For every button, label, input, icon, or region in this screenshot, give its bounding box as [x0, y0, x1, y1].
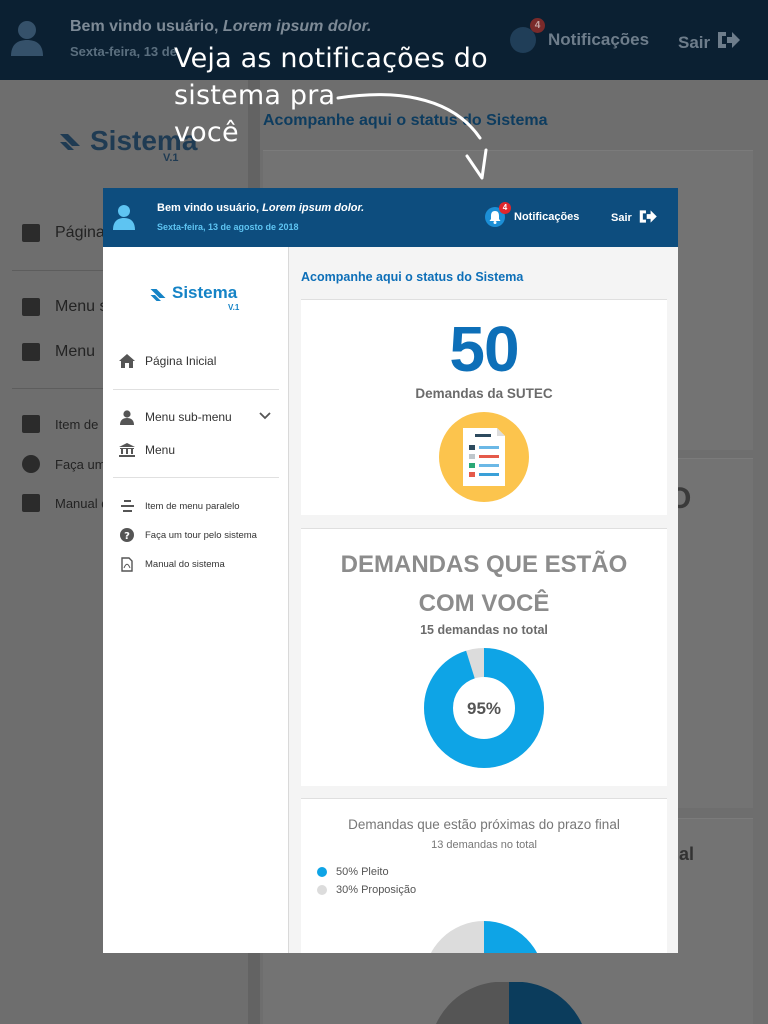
logo-text[interactable]: Sistema [172, 283, 237, 303]
my-demands-title-line: COM VOCÊ [418, 590, 550, 617]
background-sidebar-menu: Menu [55, 343, 96, 360]
sidebar-item-tour[interactable]: ? Faça um tour pelo sistema [119, 527, 257, 543]
background-user-icon [11, 21, 43, 56]
welcome-prefix: Bem vindo usuário, [157, 202, 260, 214]
pdf-file-icon [119, 556, 135, 572]
chevron-down-icon[interactable] [259, 412, 271, 420]
sidebar-item-manual[interactable]: Manual do sistema [119, 556, 225, 572]
sidebar-item-home[interactable]: Página Inicial [119, 353, 216, 369]
deadline-demands-card[interactable]: Demandas que estão próximas do prazo fin… [301, 798, 667, 953]
background-welcome: Bem vindo usuário, Lorem ipsum dolor. [70, 18, 372, 35]
sutec-demands-card[interactable]: 50 Demandas da SUTEC [301, 299, 667, 515]
user-menu-icon [119, 409, 135, 425]
notification-badge: 4 [499, 202, 511, 214]
sidebar-item-submenu[interactable]: Menu sub-menu [119, 409, 232, 425]
legend-item-proposicao: 30% Proposição [317, 884, 416, 896]
pie-slice-pleito [484, 921, 537, 953]
bank-icon [119, 442, 135, 458]
background-notifications-label: Notificações [548, 30, 650, 49]
background-logo-icon [60, 134, 80, 150]
sidebar-item-label: Faça um tour pelo sistema [145, 529, 257, 541]
background-sidebar-parallel: Item de [55, 417, 99, 432]
donut-percent-label: 95% [466, 699, 502, 718]
background-home-icon [22, 224, 40, 242]
logo-version: V.1 [228, 303, 240, 312]
my-demands-title: DEMANDAS QUE ESTÃO COM VOCÊ [301, 545, 667, 623]
sidebar-item-label: Manual do sistema [145, 558, 225, 570]
background-help-icon [22, 455, 40, 473]
background-sidebar-manual: Manual d [55, 496, 109, 511]
background-logo-version: V.1 [163, 152, 179, 164]
sidebar-divider [113, 389, 279, 390]
logo-icon [150, 289, 166, 301]
sidebar-item-label: Página Inicial [145, 354, 217, 368]
my-demands-card[interactable]: DEMANDAS QUE ESTÃO COM VOCÊ 15 demandas … [301, 528, 667, 786]
legend-dot-icon [317, 867, 327, 877]
demands-label: Demandas da SUTEC [415, 386, 553, 401]
bell-glyph-icon [489, 211, 501, 224]
welcome-name: Lorem ipsum dolor. [262, 202, 365, 214]
list-icon [119, 498, 135, 514]
tooltip-line: Veja as notificações do [174, 43, 488, 74]
sidebar-divider [113, 477, 279, 478]
background-logout-label: Sair [678, 33, 711, 52]
exit-icon[interactable] [638, 208, 657, 225]
welcome-message: Bem vindo usuário, Lorem ipsum dolor. [157, 202, 364, 214]
user-avatar-icon[interactable] [113, 204, 135, 230]
background-pie [436, 982, 582, 1024]
notifications-button[interactable]: Notificações [514, 211, 579, 223]
background-exit-icon [718, 32, 740, 48]
background-list-icon [22, 415, 40, 433]
deadline-title: Demandas que estão próximas do prazo fin… [348, 817, 620, 832]
current-date: Sexta-feira, 13 de agosto de 2018 [157, 222, 299, 232]
my-demands-title-line: DEMANDAS QUE ESTÃO [340, 551, 628, 578]
background-sidebar-tour: Faça um [55, 457, 106, 472]
my-demands-subtitle: 15 demandas no total [420, 623, 548, 637]
app-header: Bem vindo usuário, Lorem ipsum dolor. Se… [103, 188, 678, 247]
svg-text:?: ? [124, 531, 130, 542]
background-badge: 4 [530, 18, 545, 33]
background-pdf-icon [22, 494, 40, 512]
background-sidebar-home: Página [55, 224, 105, 241]
sidebar-item-label: Menu [145, 443, 176, 457]
home-icon [119, 353, 135, 369]
legend-dot-icon [317, 885, 327, 895]
page-title: Acompanhe aqui o status do Sistema [301, 270, 524, 284]
legend-item-pleito: 50% Pleito [317, 866, 389, 878]
tooltip-arrow-icon [336, 93, 488, 180]
background-user-menu-icon [22, 298, 40, 316]
background-sidebar-submenu: Menu s [55, 298, 108, 315]
document-icon [439, 412, 529, 502]
deadline-pie-chart [431, 921, 537, 953]
background-bank-icon [22, 343, 40, 361]
sidebar: Sistema V.1 Página Inicial Menu sub-menu… [103, 247, 289, 953]
app-window: Bem vindo usuário, Lorem ipsum dolor. Se… [103, 188, 678, 953]
legend-label: 50% Pleito [336, 866, 389, 878]
main-content: Acompanhe aqui o status do Sistema 50 De… [289, 247, 678, 953]
sidebar-item-label: Item de menu paralelo [145, 500, 240, 512]
background-date: Sexta-feira, 13 de [70, 44, 177, 59]
logout-button[interactable]: Sair [611, 212, 632, 224]
sidebar-item-menu[interactable]: Menu [119, 442, 175, 458]
sidebar-item-label: Menu sub-menu [145, 410, 232, 424]
sidebar-item-parallel[interactable]: Item de menu paralelo [119, 498, 240, 514]
help-icon: ? [119, 527, 135, 543]
pie-slice-proposicao [431, 921, 484, 953]
legend-label: 30% Proposição [336, 884, 417, 896]
demands-count: 50 [449, 313, 519, 385]
deadline-subtitle: 13 demandas no total [431, 839, 537, 851]
